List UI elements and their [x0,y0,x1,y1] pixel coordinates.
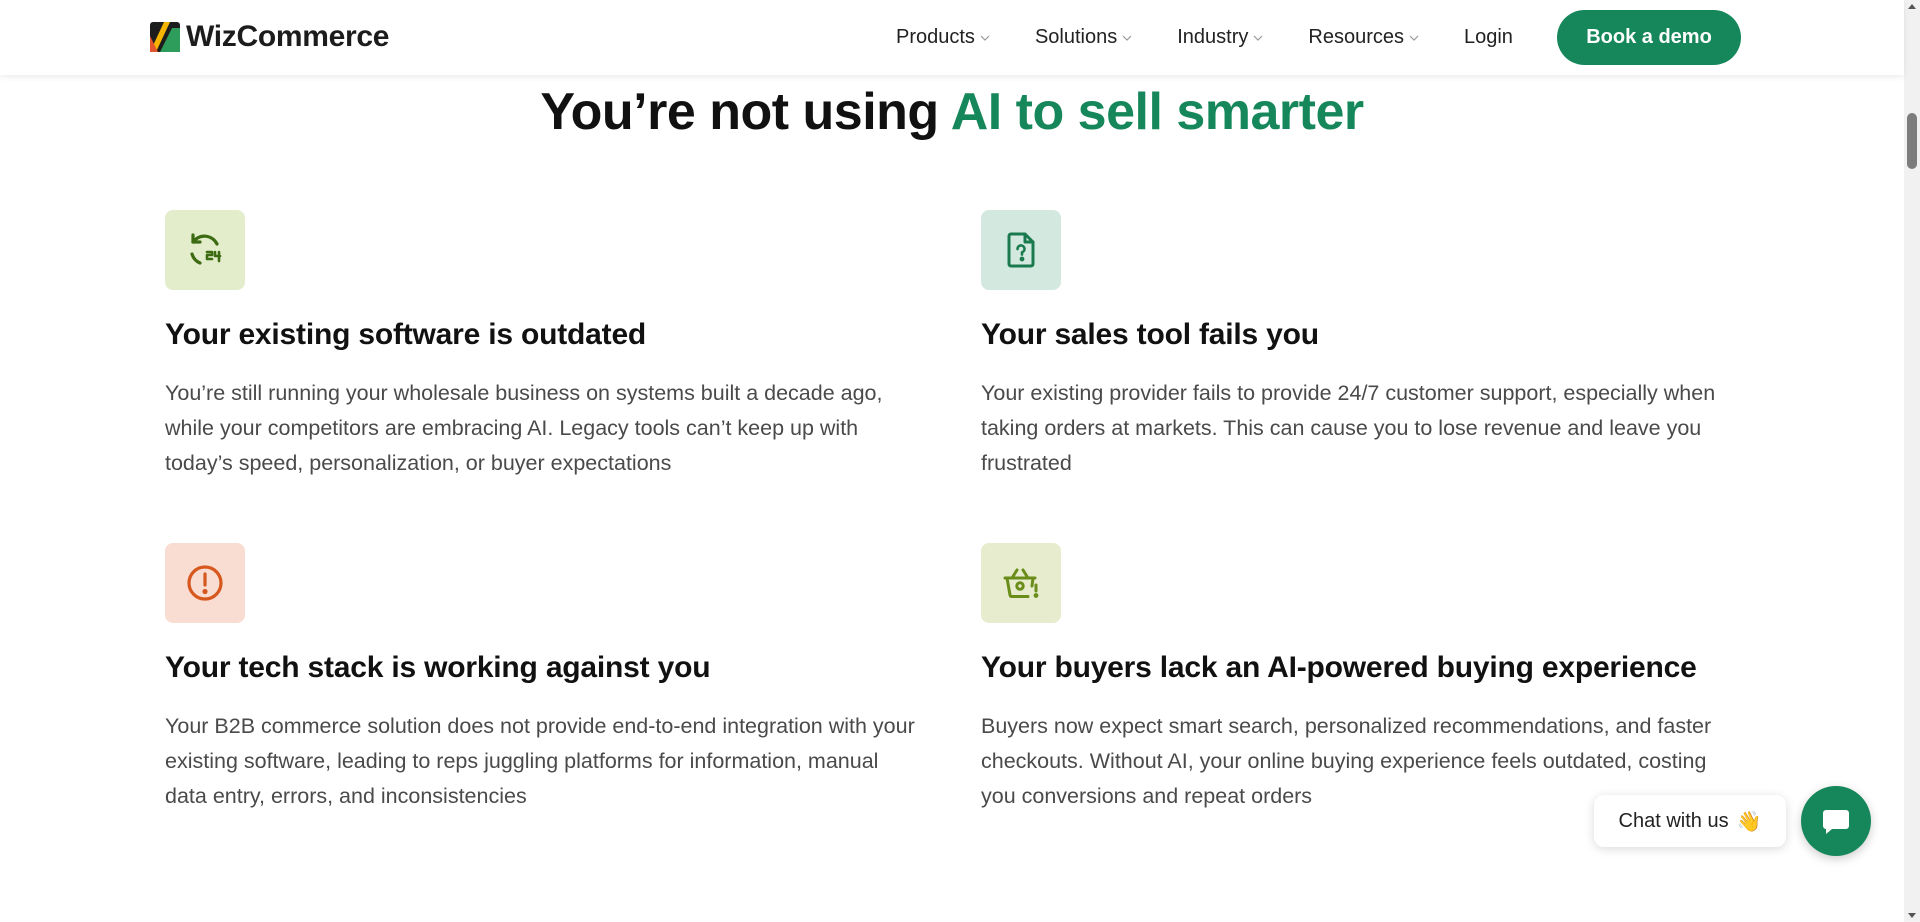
card-title: Your existing software is outdated [165,318,647,351]
scroll-down-arrow-icon[interactable] [1908,913,1916,918]
problem-card: Your sales tool fails you Your existing … [981,210,1741,481]
chevron-down-icon [980,35,990,41]
nav-solutions-label: Solutions [1034,26,1118,48]
problem-card: Your tech stack is working against you Y… [165,543,925,814]
scroll-up-arrow-icon[interactable] [1908,4,1916,9]
nav-products-label: Products [896,26,975,48]
card-body: Your B2B commerce solution does not prov… [165,714,915,808]
nav-resources[interactable]: Resources [1308,26,1420,49]
problem-card: Your existing software is outdated You’r… [165,210,925,481]
site-header: WizCommerce Products Solutions Industry … [0,0,1904,75]
page-scrollbar[interactable] [1904,0,1920,922]
nav-solutions[interactable]: Solutions [1035,26,1133,49]
waving-hand-icon: 👋 [1736,810,1762,833]
chat-label: Chat with us [1618,809,1729,832]
chat-launcher-button[interactable] [1801,786,1871,856]
refresh-24-icon [190,233,222,265]
basket-alert-icon [1003,568,1039,598]
chevron-down-icon [1409,35,1419,41]
card-title: Your tech stack is working against you [165,651,711,684]
icon-tile [165,210,245,290]
nav-industry[interactable]: Industry [1177,26,1264,49]
card-body: You’re still running your wholesale busi… [165,381,883,475]
icon-tile [981,543,1061,623]
headline-prefix: You’re not using [540,83,951,141]
chevron-down-icon [1122,35,1132,41]
chat-with-us-prompt[interactable]: Chat with us 👋 [1594,795,1786,847]
nav-products[interactable]: Products [896,26,991,49]
book-demo-button[interactable]: Book a demo [1557,10,1741,65]
nav-resources-label: Resources [1308,26,1404,48]
chevron-down-icon [1253,35,1263,41]
problem-card: Your buyers lack an AI-powered buying ex… [981,543,1741,814]
headline-accent: AI to sell smarter [950,83,1364,141]
alert-circle-icon [187,565,223,601]
section-headline: You’re not using AI to sell smarter [0,82,1904,142]
brand-logo[interactable]: WizCommerce [150,20,389,54]
file-question-icon [1007,232,1035,268]
card-body: Your existing provider fails to provide … [981,381,1716,475]
scrollbar-thumb[interactable] [1907,113,1917,169]
card-title: Your sales tool fails you [981,318,1319,351]
nav-industry-label: Industry [1177,26,1249,48]
wizcommerce-logo-icon [150,22,180,52]
icon-tile [165,543,245,623]
card-title: Your buyers lack an AI-powered buying ex… [981,651,1697,684]
main-nav: Products Solutions Industry Resources Lo… [896,0,1513,75]
icon-tile [981,210,1061,290]
brand-name: WizCommerce [186,20,390,53]
login-link[interactable]: Login [1464,26,1513,49]
chat-bubble-icon [1823,810,1849,834]
